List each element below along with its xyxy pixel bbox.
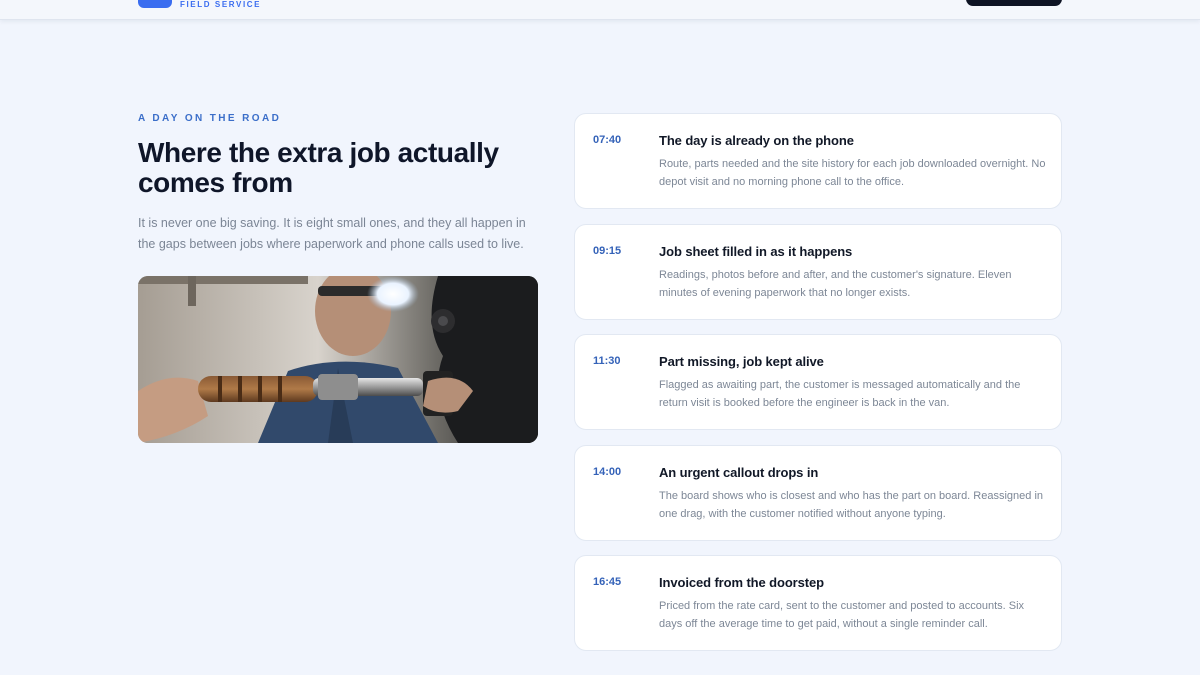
section-eyebrow: A DAY ON THE ROAD — [138, 113, 282, 124]
timeline-title: Invoiced from the doorstep — [659, 575, 824, 590]
timeline-item: 11:30 Part missing, job kept alive Flagg… — [574, 334, 1062, 430]
top-nav: FIELD SERVICE — [0, 0, 1200, 20]
timeline-description: Flagged as awaiting part, the customer i… — [659, 379, 1021, 409]
logo-icon[interactable] — [138, 0, 172, 8]
timeline-description: Route, parts needed and the site history… — [659, 158, 1046, 188]
timeline-item: 16:45 Invoiced from the doorstep Priced … — [574, 555, 1062, 651]
timeline-time: 14:00 — [593, 466, 622, 478]
timeline-item: 14:00 An urgent callout drops in The boa… — [574, 445, 1062, 541]
section-lead: It is never one big saving. It is eight … — [138, 216, 526, 251]
section-headline: Where the extra job actually comes from — [138, 137, 499, 198]
timeline-time: 11:30 — [593, 355, 621, 367]
timeline-title: Job sheet filled in as it happens — [659, 244, 853, 259]
timeline-title: The day is already on the phone — [659, 133, 854, 148]
nav-cta-button[interactable] — [966, 0, 1062, 6]
logo-subtitle: FIELD SERVICE — [180, 0, 262, 9]
timeline-title: An urgent callout drops in — [659, 465, 819, 480]
engineer-photo-illustration — [138, 276, 538, 443]
timeline-description: Readings, photos before and after, and t… — [659, 269, 1012, 299]
timeline-item: 07:40 The day is already on the phone Ro… — [574, 113, 1062, 209]
timeline-time: 07:40 — [593, 134, 622, 146]
timeline-item: 09:15 Job sheet filled in as it happens … — [574, 224, 1062, 320]
timeline-description: The board shows who is closest and who h… — [659, 490, 1044, 520]
timeline-time: 16:45 — [593, 576, 622, 588]
timeline-description: Priced from the rate card, sent to the c… — [659, 600, 1025, 630]
timeline-title: Part missing, job kept alive — [659, 354, 824, 369]
timeline-time: 09:15 — [593, 245, 622, 257]
page: FIELD SERVICE A DAY ON THE ROAD Where th… — [0, 0, 1200, 675]
engineer-photo — [138, 276, 538, 443]
